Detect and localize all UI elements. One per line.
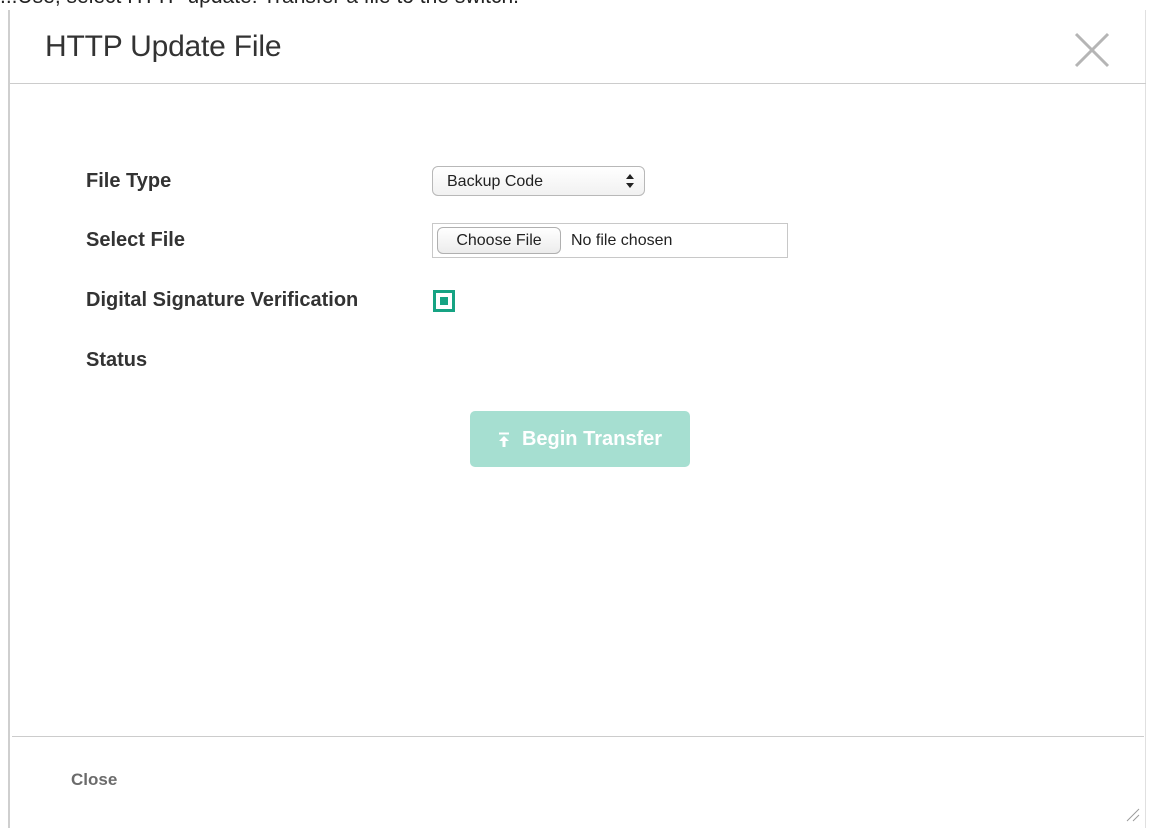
- begin-transfer-label: Begin Transfer: [521, 427, 663, 450]
- file-type-select[interactable]: Backup Code: [432, 166, 645, 196]
- begin-transfer-button[interactable]: Begin Transfer: [470, 411, 690, 467]
- file-type-label: File Type: [86, 170, 172, 192]
- page: ...Use, select HTTP update: Transfer a f…: [0, 0, 1152, 828]
- checkbox-checked-mark: [440, 297, 448, 305]
- footer-divider: [12, 736, 1144, 737]
- select-file-label: Select File: [86, 229, 185, 251]
- resize-handle-icon[interactable]: [1124, 806, 1140, 822]
- signature-verification-checkbox[interactable]: [433, 290, 455, 312]
- page-heading-partial: ...Use, select HTTP update: Transfer a f…: [0, 0, 1152, 8]
- choose-file-button[interactable]: Choose File: [437, 227, 561, 254]
- file-input[interactable]: Choose File No file chosen: [432, 223, 788, 258]
- close-x-icon[interactable]: [1070, 28, 1114, 72]
- signature-verification-label: Digital Signature Verification: [86, 289, 359, 311]
- http-update-dialog: HTTP Update File File Type Backup Code S…: [8, 10, 1146, 828]
- dialog-title: HTTP Update File: [45, 30, 282, 63]
- upload-arrow-icon: [498, 431, 510, 447]
- updown-arrows-icon: [626, 172, 634, 190]
- close-button[interactable]: Close: [71, 770, 117, 790]
- status-label: Status: [86, 349, 148, 371]
- file-type-value: Backup Code: [447, 173, 544, 190]
- file-status: No file chosen: [571, 232, 673, 249]
- dialog-header: HTTP Update File: [10, 10, 1146, 84]
